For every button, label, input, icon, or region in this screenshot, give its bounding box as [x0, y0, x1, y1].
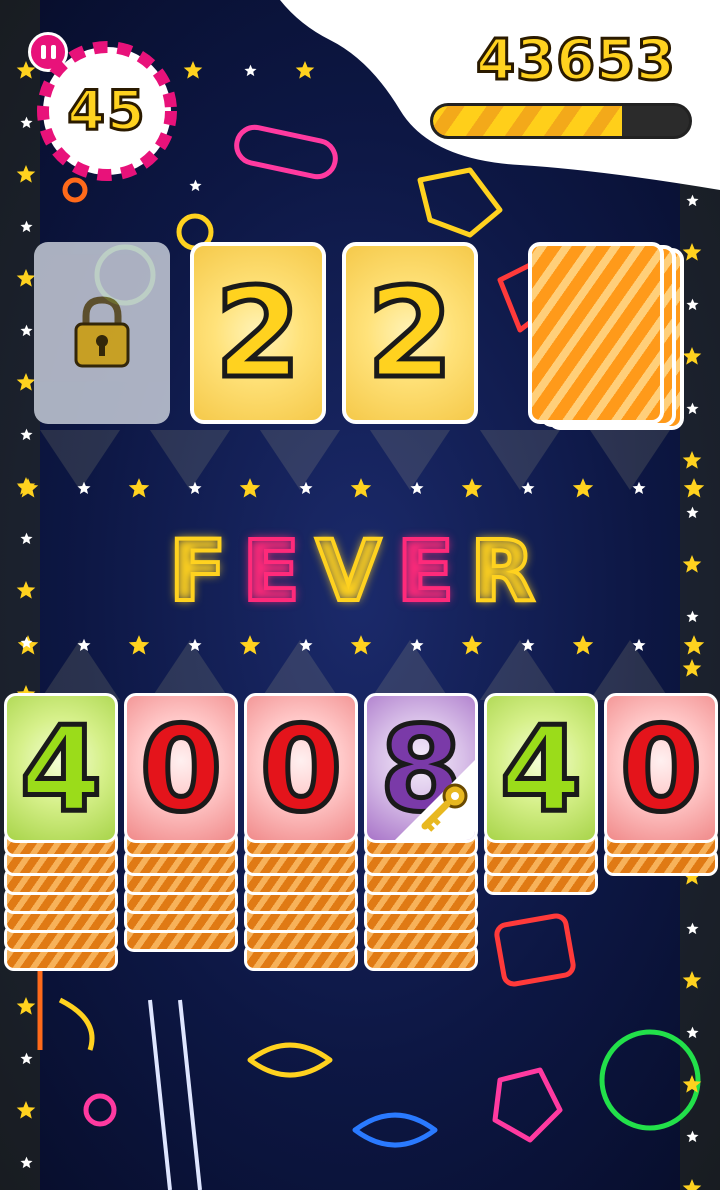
fever-banner: FEVER: [0, 520, 720, 622]
star-icon: [350, 635, 372, 655]
star-icon: [350, 478, 372, 498]
star-icon: [76, 481, 91, 495]
play-card-1[interactable]: 2: [190, 242, 326, 424]
card-value: 4: [497, 698, 584, 841]
star-icon: [409, 481, 424, 495]
column-top-card[interactable]: 0: [604, 693, 718, 843]
star-icon: [239, 635, 261, 655]
star-icon: [683, 478, 705, 498]
star-icon: [572, 635, 594, 655]
star-icon: [16, 373, 36, 391]
key-icon: [395, 760, 475, 840]
star-icon: [128, 635, 150, 655]
star-icon: [19, 428, 33, 440]
card-value: 2: [212, 260, 303, 409]
star-icon: [520, 638, 535, 652]
star-icon: [685, 1026, 699, 1038]
fever-letter: E: [240, 520, 316, 622]
star-icon: [631, 481, 646, 495]
column-top-card[interactable]: 4: [4, 693, 118, 843]
star-icon: [239, 478, 261, 498]
star-icon: [187, 638, 202, 652]
card-value: 0: [257, 698, 344, 841]
star-icon: [19, 636, 33, 648]
star-icon: [682, 971, 702, 989]
card-value: 4: [17, 698, 104, 841]
star-icon: [16, 477, 36, 495]
star-icon: [520, 481, 535, 495]
fever-progress-fill: [433, 106, 623, 136]
star-icon: [409, 638, 424, 652]
card-back: [528, 242, 664, 424]
column-top-card[interactable]: 0: [244, 693, 358, 843]
star-icon: [19, 324, 33, 336]
fever-letter: E: [395, 520, 471, 622]
star-icon: [76, 638, 91, 652]
star-icon: [187, 481, 202, 495]
star-icon: [682, 451, 702, 469]
star-icon: [682, 1075, 702, 1093]
star-icon: [461, 635, 483, 655]
star-icon: [16, 269, 36, 287]
fever-letter: F: [167, 520, 243, 622]
column-top-card[interactable]: 0: [124, 693, 238, 843]
star-icon: [682, 1179, 702, 1190]
timer: 45: [34, 38, 180, 184]
star-icon: [461, 478, 483, 498]
star-icon: [16, 997, 36, 1015]
lock-icon: [74, 296, 130, 368]
star-icon: [16, 1101, 36, 1119]
star-icon: [682, 659, 702, 677]
column-top-card[interactable]: 4: [484, 693, 598, 843]
star-icon: [19, 220, 33, 232]
fever-letter: V: [314, 520, 397, 622]
star-icon: [572, 478, 594, 498]
star-icon: [685, 922, 699, 934]
fever-letter: R: [468, 520, 551, 622]
card-value: 0: [617, 698, 704, 841]
star-icon: [631, 638, 646, 652]
star-icon: [298, 638, 313, 652]
column-top-card[interactable]: 8: [364, 693, 478, 843]
draw-deck[interactable]: [528, 242, 698, 432]
star-icon: [685, 1130, 699, 1142]
score-value: 43653: [475, 27, 677, 95]
star-icon: [19, 1052, 33, 1064]
star-icon: [685, 506, 699, 518]
timer-value: 45: [66, 78, 147, 144]
star-icon: [683, 635, 705, 655]
star-icon: [298, 481, 313, 495]
locked-slot: [34, 242, 170, 424]
card-value: 2: [364, 260, 455, 409]
fever-progress-bar: [430, 103, 692, 139]
card-value: 0: [137, 698, 224, 841]
game-board: 45 43653 2 2 FEVER 4 0 0 8 4 0: [0, 0, 720, 1190]
star-icon: [128, 478, 150, 498]
play-card-2[interactable]: 2: [342, 242, 478, 424]
star-icon: [19, 1156, 33, 1168]
